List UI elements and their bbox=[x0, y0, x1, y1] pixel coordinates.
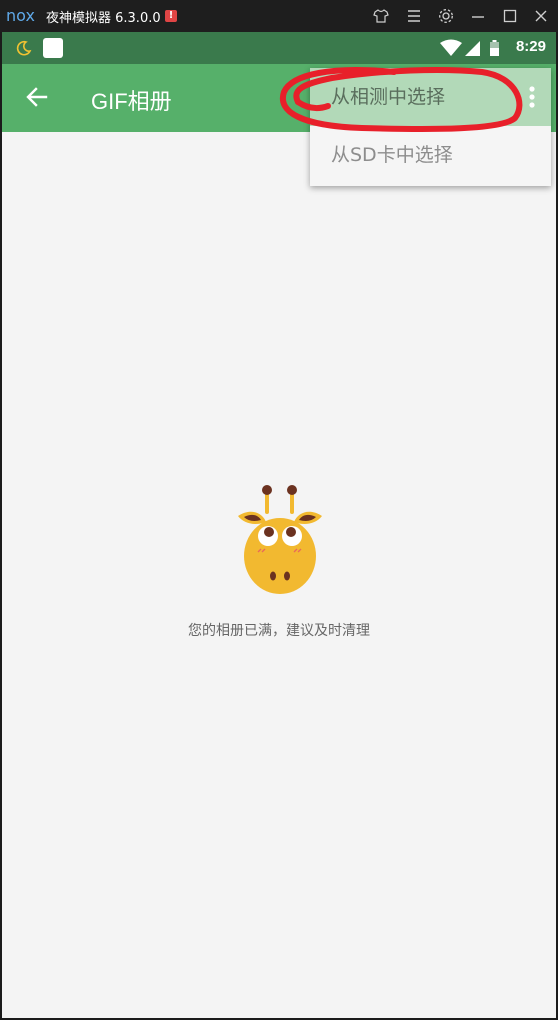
status-bar: 8:29 bbox=[2, 32, 556, 64]
close-icon[interactable] bbox=[532, 7, 550, 25]
giraffe-icon bbox=[238, 485, 322, 594]
empty-state-message: 您的相册已满，建议及时清理 bbox=[188, 623, 370, 639]
moon-icon bbox=[16, 40, 32, 56]
emulator-title: 夜神模拟器 6.3.0.0 bbox=[46, 11, 161, 26]
shirt-icon[interactable] bbox=[372, 7, 390, 25]
wifi-icon bbox=[440, 39, 462, 56]
clock: 8:29 bbox=[515, 38, 546, 55]
warning-badge[interactable]: ! bbox=[165, 10, 177, 22]
emulator-title-bar: nox 夜神模拟器 6.3.0.0 ! bbox=[0, 0, 558, 32]
minimize-icon[interactable] bbox=[469, 7, 487, 25]
menu-item-from-album[interactable]: 从相测中选择 bbox=[310, 68, 551, 126]
overflow-menu: 从相测中选择 从SD卡中选择 bbox=[310, 68, 551, 186]
menu-icon[interactable] bbox=[405, 7, 423, 25]
signal-icon bbox=[465, 41, 480, 56]
more-vertical-icon[interactable] bbox=[522, 81, 542, 113]
status-icons bbox=[440, 39, 499, 56]
app-icon bbox=[43, 38, 63, 58]
phone-screen: 8:29 GIF相册 从相测中选择 从SD卡中选择 您的相册已满，建议及时清理 bbox=[2, 32, 556, 1018]
arrow-left-icon[interactable] bbox=[24, 84, 50, 110]
menu-item-from-sd-card[interactable]: 从SD卡中选择 bbox=[310, 126, 551, 184]
page-title: GIF相册 bbox=[91, 89, 172, 114]
gear-icon[interactable] bbox=[437, 7, 455, 25]
maximize-icon[interactable] bbox=[501, 7, 519, 25]
svg-text:nox: nox bbox=[6, 7, 35, 25]
nox-logo: nox bbox=[6, 7, 35, 25]
battery-icon bbox=[490, 40, 499, 56]
